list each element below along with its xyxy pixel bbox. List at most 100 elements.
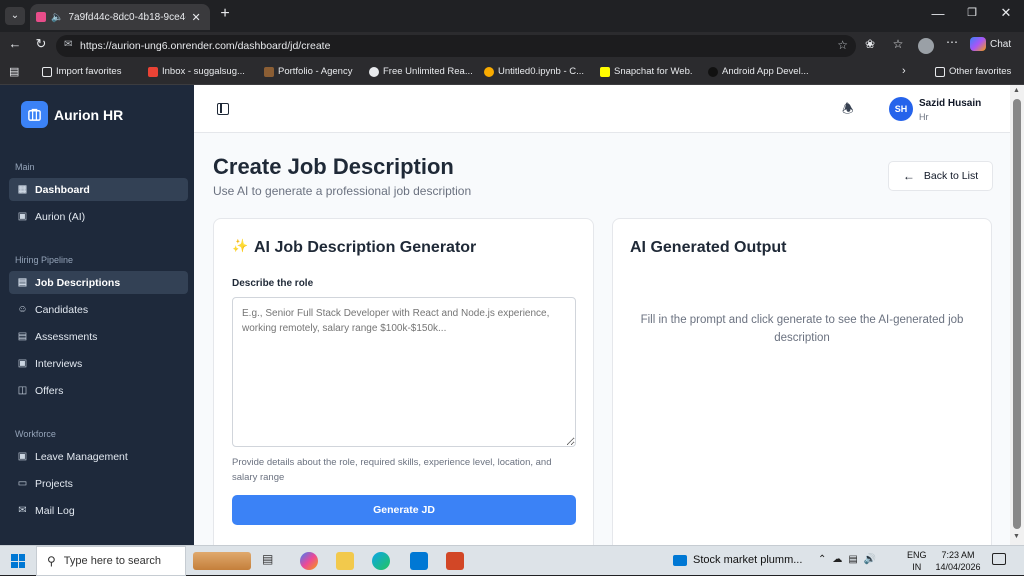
minimize-button[interactable]: —	[928, 6, 948, 21]
favorite-label: Snapchat for Web.	[614, 66, 693, 77]
favorite-label: Portfolio - Agency	[278, 66, 353, 77]
calendar-icon: ▣	[17, 451, 28, 462]
generator-card: ✨ AI Job Description Generator Describe …	[213, 218, 594, 545]
tray-icons[interactable]: ⌃☁▤🔊	[818, 554, 882, 565]
windows-taskbar: ⚲ Type here to search ▤ Stock market plu…	[0, 545, 1024, 576]
sidebar-item-dashboard[interactable]: ▦ Dashboard	[9, 178, 188, 201]
calendar-icon: ▣	[17, 358, 28, 369]
scroll-down-arrow[interactable]: ▼	[1013, 533, 1020, 540]
clock[interactable]: 7:23 AM 14/04/2026	[935, 549, 981, 573]
extensions-icon[interactable]: ❀	[862, 37, 878, 51]
edge-browser-icon[interactable]	[372, 552, 390, 570]
back-to-list-button[interactable]: ← Back to List	[888, 161, 993, 191]
news-text: Stock market plumm...	[693, 554, 803, 566]
favorite-item[interactable]: Untitled0.ipynb - C...	[484, 66, 584, 77]
url-field[interactable]: ✉ https://aurion-ung6.onrender.com/dashb…	[56, 35, 856, 57]
url-text: https://aurion-ung6.onrender.com/dashboa…	[80, 40, 331, 52]
search-icon: ⚲	[47, 554, 56, 568]
language-bottom: IN	[912, 562, 922, 572]
favorites-bar: ▤ Import favorites Inbox - suggalsug... …	[0, 60, 1024, 85]
new-tab-button[interactable]: +	[216, 5, 234, 23]
news-icon	[673, 554, 687, 566]
reading-list-icon[interactable]: ▤	[9, 65, 19, 78]
android-icon	[708, 66, 718, 77]
tab-close-icon[interactable]: ✕	[191, 11, 200, 24]
language-indicator[interactable]: ENG IN	[907, 549, 927, 573]
sidebar-item-offers[interactable]: ◫ Offers	[9, 379, 188, 402]
favorite-item[interactable]: Import favorites	[42, 66, 121, 77]
role-hint-text: Provide details about the role, required…	[232, 457, 552, 483]
powerpoint-icon[interactable]	[446, 552, 464, 570]
sidebar-item-assessments[interactable]: ▤ Assessments	[9, 325, 188, 348]
grid-icon: ▦	[17, 184, 28, 195]
tab-list-button[interactable]: ⌄	[5, 7, 25, 25]
windows-start-icon[interactable]	[11, 554, 25, 568]
page-scrollbar[interactable]: ▲ ▼	[1010, 85, 1024, 545]
task-view-icon[interactable]: ▤	[262, 552, 280, 570]
brand-logo[interactable]	[21, 101, 48, 128]
brand-name: Aurion HR	[54, 107, 124, 123]
generate-jd-button[interactable]: Generate JD	[232, 495, 576, 525]
close-window-button[interactable]: ✕	[996, 5, 1016, 21]
scroll-up-arrow[interactable]: ▲	[1013, 87, 1020, 94]
notifications-icon[interactable]	[992, 553, 1006, 565]
news-widget[interactable]: Stock market plumm...	[673, 554, 802, 566]
role-description-input[interactable]	[232, 297, 576, 447]
section-label-main: Main	[15, 162, 35, 172]
back-arrow-icon[interactable]: ←	[6, 36, 24, 51]
folder-icon	[935, 66, 945, 77]
sidebar-item-mail-log[interactable]: ✉ Mail Log	[9, 499, 188, 522]
snapchat-icon	[600, 66, 610, 77]
sidebar-item-label: Interviews	[35, 357, 83, 370]
sidebar-item-label: Projects	[35, 477, 73, 490]
favorite-label: Inbox - suggalsug...	[162, 66, 245, 77]
sidebar-toggle-icon[interactable]	[217, 103, 229, 115]
sidebar-item-label: Dashboard	[35, 183, 90, 196]
vscode-icon[interactable]	[410, 552, 428, 570]
tab-title: 7a9fd44c-8dc0-4b18-9ce4-9a	[68, 11, 186, 23]
favorite-item[interactable]: Inbox - suggalsug...	[148, 66, 245, 77]
document-icon: ▤	[17, 277, 28, 288]
users-icon: ☺	[17, 304, 28, 315]
other-favorites[interactable]: Other favorites	[935, 66, 1011, 77]
favorite-label: Free Unlimited Rea...	[383, 66, 473, 77]
refresh-icon[interactable]: ↻	[32, 36, 50, 52]
weather-widget-icon[interactable]	[193, 552, 251, 570]
gmail-icon	[148, 66, 158, 77]
sidebar-item-label: Candidates	[35, 303, 89, 316]
favorite-star-icon[interactable]: ☆	[837, 38, 848, 52]
collections-icon[interactable]: ☆	[890, 37, 906, 51]
profile-avatar[interactable]	[918, 38, 934, 54]
generator-title: AI Job Description Generator	[254, 239, 477, 256]
sidebar-item-label: Aurion (AI)	[35, 210, 86, 223]
sidebar-item-candidates[interactable]: ☺ Candidates	[9, 298, 188, 321]
scrollbar-thumb[interactable]	[1013, 99, 1021, 529]
back-to-list-label: Back to List	[923, 170, 979, 182]
favorite-item[interactable]: Portfolio - Agency	[264, 66, 352, 77]
sidebar-item-projects[interactable]: ▭ Projects	[9, 472, 188, 495]
audio-icon[interactable]: 🔈	[51, 12, 63, 23]
main-content: 🕭 SH Sazid Husain Hr Create Job Descript…	[194, 85, 1010, 545]
favorite-item[interactable]: Android App Devel...	[708, 66, 809, 77]
taskbar-search-placeholder: Type here to search	[63, 555, 162, 567]
maximize-button[interactable]: ❐	[962, 6, 982, 19]
chevron-right-icon[interactable]: ›	[902, 65, 906, 77]
taskbar-search-box[interactable]: ⚲ Type here to search	[36, 546, 186, 576]
browser-tab[interactable]: 🔈 7a9fd44c-8dc0-4b18-9ce4-9a ✕	[30, 4, 210, 30]
sidebar-item-job-descriptions[interactable]: ▤ Job Descriptions	[9, 271, 188, 294]
other-favorites-label: Other favorites	[949, 66, 1012, 77]
copilot-chat-button[interactable]: Chat	[970, 37, 1011, 51]
avatar[interactable]: SH	[889, 97, 913, 121]
sidebar-item-leave-management[interactable]: ▣ Leave Management	[9, 445, 188, 468]
sidebar-item-interviews[interactable]: ▣ Interviews	[9, 352, 188, 375]
copilot-icon[interactable]	[300, 552, 318, 570]
favorite-item[interactable]: Snapchat for Web.	[600, 66, 693, 77]
bell-icon[interactable]: 🕭	[842, 100, 854, 122]
file-explorer-icon[interactable]	[336, 552, 354, 570]
sidebar-item-label: Leave Management	[35, 450, 128, 463]
favorite-item[interactable]: Free Unlimited Rea...	[369, 66, 473, 77]
output-title: AI Generated Output	[630, 239, 787, 256]
sidebar-item-aurion-ai[interactable]: ▣ Aurion (AI)	[9, 205, 188, 228]
more-menu-icon[interactable]: ⋯	[944, 35, 960, 49]
site-info-icon[interactable]: ✉	[64, 39, 72, 50]
